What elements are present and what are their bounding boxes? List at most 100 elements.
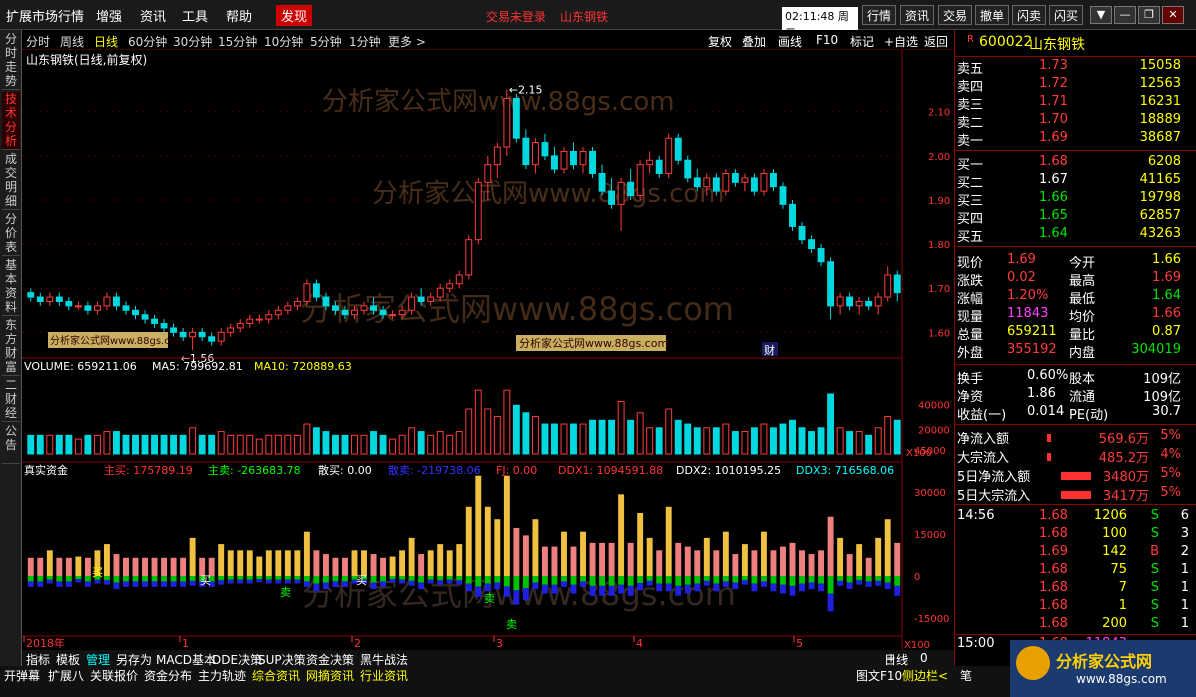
tick-row: 14:56 1.68 1206 S 6 — [955, 508, 1196, 526]
period-1min[interactable]: 1分钟 — [349, 33, 381, 50]
period-intraday[interactable]: 分时 — [26, 33, 50, 50]
tool-overlay[interactable]: 叠加 — [742, 33, 766, 50]
period-30min[interactable]: 30分钟 — [173, 33, 212, 50]
fund-retail-bar — [665, 583, 672, 592]
tool-f10[interactable]: F10 — [816, 33, 838, 47]
ext-tool-pen[interactable]: 笔 — [960, 667, 972, 684]
bid-row: 买三 1.66 19798 — [955, 190, 1196, 209]
ask-label: 卖二 — [957, 116, 984, 131]
fund-buy-bar — [770, 550, 777, 576]
candle-body — [703, 177, 711, 188]
fund-buy-bar — [389, 556, 396, 576]
ext-tool-f10[interactable]: 图文F10 — [856, 667, 902, 684]
period-60min[interactable]: 60分钟 — [128, 33, 167, 50]
volume-bar — [560, 423, 568, 455]
fund-retail-bar — [684, 584, 691, 594]
fund-sell-bar — [332, 576, 339, 582]
minimize-icon[interactable]: — — [1114, 6, 1136, 24]
fund-retail-bar — [180, 581, 187, 587]
tool-adjust[interactable]: 复权 — [708, 33, 732, 50]
period-week[interactable]: 周线 — [60, 33, 84, 50]
tool-draw[interactable]: 画线 — [778, 33, 802, 50]
ext-tab-danmaku[interactable]: 开弹幕 — [4, 667, 40, 684]
tick-price: 1.69 — [1039, 544, 1068, 559]
candle-body — [512, 97, 520, 139]
volume-bar — [893, 419, 901, 455]
fund-buy-bar — [827, 516, 834, 576]
fundamental-row: 收益(一) 0.014 PE(动) 30.7 — [955, 404, 1196, 423]
quick-button-flash-buy[interactable]: 闪买 — [1049, 5, 1084, 25]
menu-extended-market[interactable]: 扩展市场行情 — [6, 6, 84, 25]
candle-body — [617, 181, 625, 205]
menu-dropdown-icon[interactable]: ▼ — [1090, 6, 1112, 24]
fund-sell-bar — [818, 576, 825, 584]
quick-button-news[interactable]: 资讯 — [900, 5, 935, 25]
stock-chart[interactable]: 山东钢铁(日线,前复权) 分析家公式网www.88gs.com 分析家公式网ww… — [22, 50, 954, 650]
ext-tab-general-news[interactable]: 综合资讯 — [252, 667, 300, 684]
menu-discover[interactable]: 发现 — [276, 5, 313, 26]
tool-back[interactable]: 返回 — [924, 33, 948, 50]
tool-mark[interactable]: 标记 — [850, 33, 874, 50]
ext-tab-web-news[interactable]: 网摘资讯 — [306, 667, 354, 684]
fund-sell-bar — [475, 576, 482, 587]
ext-tab-industry-news[interactable]: 行业资讯 — [360, 667, 408, 684]
fund-buy-bar — [313, 550, 320, 576]
period-more[interactable]: 更多 > — [388, 33, 426, 50]
menu-enhance[interactable]: 增强 — [96, 6, 122, 25]
period-15min[interactable]: 15分钟 — [218, 33, 257, 50]
volume-bar — [227, 434, 235, 455]
volume-bar — [579, 423, 587, 455]
sidebar-tab-technical[interactable]: 技术分析 — [2, 92, 20, 150]
stock-link[interactable]: 山东钢铁 — [560, 8, 608, 25]
candle-body — [770, 172, 777, 188]
fund-sell-bar — [703, 576, 710, 581]
ext-tab-related-quote[interactable]: 关联报价 — [90, 667, 138, 684]
fund-buy-bar — [322, 554, 329, 576]
ask-label: 卖三 — [957, 98, 984, 113]
extension-bar: 开弹幕 扩展八 关联报价 资金分布 主力轨迹 综合资讯 网摘资讯 行业资讯 图文… — [0, 666, 1010, 684]
ext-tab-main-track[interactable]: 主力轨迹 — [198, 667, 246, 684]
menu-news[interactable]: 资讯 — [140, 6, 166, 25]
ext-tab-fund-dist[interactable]: 资金分布 — [144, 667, 192, 684]
zoom-in-button[interactable]: + — [886, 651, 896, 665]
close-icon[interactable]: ✕ — [1162, 6, 1184, 24]
fund-sell-bar — [46, 576, 53, 580]
volume-ma10-label: MA10: 720889.63 — [254, 360, 352, 373]
fund-buy-bar — [427, 550, 434, 576]
quick-button-flash-sell[interactable]: 闪卖 — [1012, 5, 1047, 25]
zoom-out-button[interactable]: - — [904, 651, 908, 665]
restore-icon[interactable]: ❐ — [1138, 6, 1160, 24]
menu-tools[interactable]: 工具 — [182, 6, 208, 25]
volume-bar — [817, 427, 825, 455]
x-axis-label: 4 — [636, 637, 643, 650]
sidebar-tab-eastmoney[interactable]: 东方财富 — [2, 318, 20, 376]
sidebar-tab-finance[interactable]: 二财经 — [2, 378, 20, 422]
fund-retail-bar — [551, 584, 558, 594]
volume-bar — [874, 427, 882, 455]
zoom-reset-button[interactable]: 0 — [920, 651, 928, 665]
period-10min[interactable]: 10分钟 — [264, 33, 303, 50]
volume-bar — [808, 431, 815, 455]
menu-help[interactable]: 帮助 — [226, 6, 252, 25]
sidebar-tab-profile[interactable]: 基本资料 — [2, 258, 20, 316]
period-day[interactable]: 日线 — [94, 33, 118, 50]
volume-bar — [865, 434, 873, 455]
login-status[interactable]: 交易未登录 — [486, 8, 546, 25]
quick-button-cancel-order[interactable]: 撤单 — [975, 5, 1010, 25]
volume-bar — [351, 434, 358, 455]
candle-body — [817, 248, 825, 263]
sidebar-tab-intraday[interactable]: 分时走势 — [2, 32, 20, 90]
candle-body — [560, 150, 568, 170]
sidebar-tab-trade-detail[interactable]: 成交明细 — [2, 152, 20, 210]
close-time: 15:00 — [957, 636, 995, 651]
stat-label-2: 量比 — [1069, 328, 1096, 343]
ext-tool-sidebar[interactable]: 侧边栏< — [902, 667, 948, 684]
quick-button-quote[interactable]: 行情 — [862, 5, 897, 25]
sidebar-tab-notice[interactable]: 公告 — [2, 424, 20, 464]
ext-tab-extend8[interactable]: 扩展八 — [48, 667, 84, 684]
fund-sell-bar — [599, 576, 606, 586]
period-5min[interactable]: 5分钟 — [310, 33, 342, 50]
sidebar-tab-price-table[interactable]: 分价表 — [2, 212, 20, 256]
quick-button-trade[interactable]: 交易 — [938, 5, 973, 25]
tool-add-watch[interactable]: +自选 — [884, 33, 918, 50]
